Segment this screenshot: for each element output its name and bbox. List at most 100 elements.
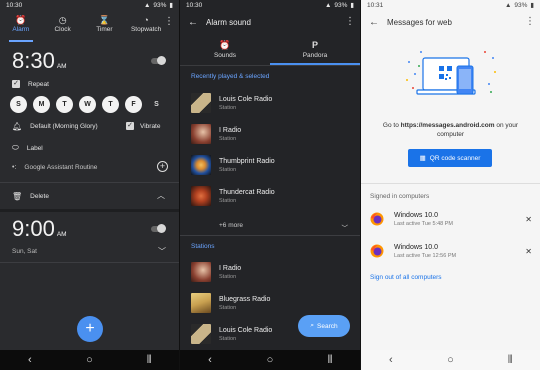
- signal-icon: ▲: [504, 1, 512, 9]
- more-options-icon[interactable]: ⋮: [345, 16, 355, 27]
- tab-pandora[interactable]: P Pandora: [270, 36, 360, 65]
- list-item[interactable]: Louis Cole Radio Station: [191, 90, 360, 116]
- list-item[interactable]: Thumbprint Radio Station: [191, 152, 360, 178]
- page-title: Alarm sound: [206, 17, 251, 27]
- list-item[interactable]: Bluegrass Radio Station: [191, 290, 360, 316]
- status-time: 10:31: [367, 1, 384, 9]
- status-bar: 10:30 ▲ 93% ▮: [0, 0, 179, 10]
- status-time: 10:30: [186, 1, 203, 9]
- close-icon[interactable]: ✕: [525, 247, 532, 256]
- day-friday[interactable]: F: [125, 96, 142, 113]
- label-row[interactable]: ⬭ Label: [12, 143, 43, 153]
- chevron-down-icon: ﹀: [341, 225, 349, 232]
- vibrate-row[interactable]: ✓ Vibrate: [126, 122, 160, 130]
- search-button[interactable]: ⌕ Search: [298, 315, 350, 337]
- messages-web-panel: 10:31 ▲ 93% ▮ ← Messages for web ⋮ Go to…: [361, 0, 540, 370]
- back-arrow-icon[interactable]: ←: [188, 17, 206, 28]
- more-options-icon[interactable]: ⋮: [164, 16, 174, 27]
- list-item[interactable]: I Radio Station: [191, 121, 360, 147]
- qr-scanner-button[interactable]: ▦ QR code scanner: [408, 149, 492, 167]
- day-wednesday[interactable]: W: [79, 96, 96, 113]
- tab-sounds[interactable]: ⏰ Sounds: [180, 36, 270, 65]
- station-name: Bluegrass Radio: [219, 295, 271, 303]
- station-thumbnail: [191, 93, 211, 113]
- list-item[interactable]: I Radio Station: [191, 259, 360, 285]
- tab-clock[interactable]: ◷ Clock: [42, 12, 84, 40]
- battery-label: 93%: [514, 1, 528, 9]
- back-nav-icon[interactable]: ‹: [20, 352, 40, 368]
- signed-in-header: Signed in computers: [370, 193, 430, 200]
- search-icon: ⌕: [310, 322, 315, 329]
- list-item[interactable]: Thundercat Radio Station: [191, 183, 360, 209]
- alarm-sound-row[interactable]: 🔔︎ Default (Morning Glory): [12, 122, 98, 131]
- status-bar: 10:30 ▲ 93% ▮: [180, 0, 360, 10]
- day-saturday[interactable]: S: [148, 96, 165, 113]
- alarm-icon: ⏰: [219, 40, 231, 50]
- day-monday[interactable]: M: [33, 96, 50, 113]
- assistant-icon: •:: [12, 164, 17, 171]
- alarm-toggle[interactable]: [151, 56, 166, 65]
- home-nav-icon[interactable]: ○: [440, 352, 460, 368]
- nav-bar: ‹ ○ ⦀: [180, 350, 360, 370]
- alarm-time[interactable]: 8:30 AM: [12, 48, 67, 74]
- back-arrow-icon[interactable]: ←: [369, 17, 387, 28]
- firefox-icon: [370, 244, 384, 258]
- clock-app-panel: 10:30 ▲ 93% ▮ ⏰ Alarm ◷ Clock ⌛ Timer ◔ …: [0, 0, 179, 370]
- expand-icon[interactable]: ﹀: [158, 246, 166, 257]
- station-name: Thumbprint Radio: [219, 157, 275, 165]
- label-icon: ⬭: [12, 143, 19, 152]
- home-nav-icon[interactable]: ○: [79, 352, 99, 368]
- day-tuesday[interactable]: T: [56, 96, 73, 113]
- battery-icon: ▮: [530, 2, 534, 9]
- status-time: 10:30: [6, 1, 23, 9]
- tab-stopwatch[interactable]: ◔ Stopwatch: [125, 12, 167, 40]
- home-nav-icon[interactable]: ○: [260, 352, 280, 368]
- list-item[interactable]: Windows 10.0 Last active Tue 12:56 PM ✕: [370, 237, 540, 265]
- station-thumbnail: [191, 155, 211, 175]
- signal-icon: ▲: [324, 1, 332, 9]
- station-thumbnail: [191, 324, 211, 344]
- add-alarm-button[interactable]: +: [77, 316, 103, 342]
- vibrate-checkbox[interactable]: ✓: [126, 122, 134, 130]
- station-subtitle: Station: [219, 335, 237, 342]
- bell-icon: 🔔︎: [12, 122, 23, 131]
- add-routine-icon[interactable]: +: [157, 161, 168, 172]
- day-sunday[interactable]: S: [10, 96, 27, 113]
- station-name: Louis Cole Radio: [219, 95, 273, 103]
- messages-url: https://messages.android.com: [400, 122, 495, 129]
- alarm-toggle[interactable]: [151, 224, 166, 233]
- sign-out-all-link[interactable]: Sign out of all computers: [370, 274, 442, 281]
- app-bar: ← Messages for web: [361, 10, 540, 34]
- recents-nav-icon[interactable]: ⦀: [320, 352, 340, 368]
- battery-label: 93%: [334, 1, 348, 9]
- alarm-time[interactable]: 9:00 AM: [12, 216, 67, 242]
- computer-name: Windows 10.0: [394, 211, 438, 219]
- recents-nav-icon[interactable]: ⦀: [500, 352, 520, 368]
- station-name: I Radio: [219, 264, 242, 272]
- collapse-icon[interactable]: ︿: [157, 190, 165, 201]
- tab-alarm[interactable]: ⏰ Alarm: [0, 12, 42, 42]
- stopwatch-icon: ◔: [143, 15, 149, 25]
- day-thursday[interactable]: T: [102, 96, 119, 113]
- more-options-icon[interactable]: ⋮: [525, 16, 535, 27]
- repeat-checkbox[interactable]: ✓: [12, 80, 20, 88]
- battery-label: 93%: [153, 1, 167, 9]
- repeat-row[interactable]: ✓ Repeat: [12, 80, 49, 88]
- app-bar: ← Alarm sound: [180, 10, 360, 34]
- assistant-routine-row[interactable]: •: Google Assistant Routine: [12, 164, 97, 171]
- delete-row[interactable]: 🗑︎ Delete: [12, 192, 49, 201]
- tab-timer[interactable]: ⌛ Timer: [84, 12, 126, 40]
- day-selector: S M T W T F S: [10, 96, 165, 113]
- recent-header: Recently played & selected: [191, 73, 270, 80]
- back-nav-icon[interactable]: ‹: [200, 352, 220, 368]
- back-nav-icon[interactable]: ‹: [381, 352, 401, 368]
- alarm-icon: ⏰: [15, 15, 27, 25]
- battery-icon: ▮: [350, 2, 354, 9]
- recents-nav-icon[interactable]: ⦀: [139, 352, 159, 368]
- show-more-row[interactable]: +6 more ﹀: [219, 222, 348, 232]
- close-icon[interactable]: ✕: [525, 215, 532, 224]
- list-item[interactable]: Windows 10.0 Last active Tue 5:48 PM ✕: [370, 205, 540, 233]
- station-name: Louis Cole Radio: [219, 326, 273, 334]
- battery-icon: ▮: [169, 2, 173, 9]
- station-subtitle: Station: [219, 166, 237, 173]
